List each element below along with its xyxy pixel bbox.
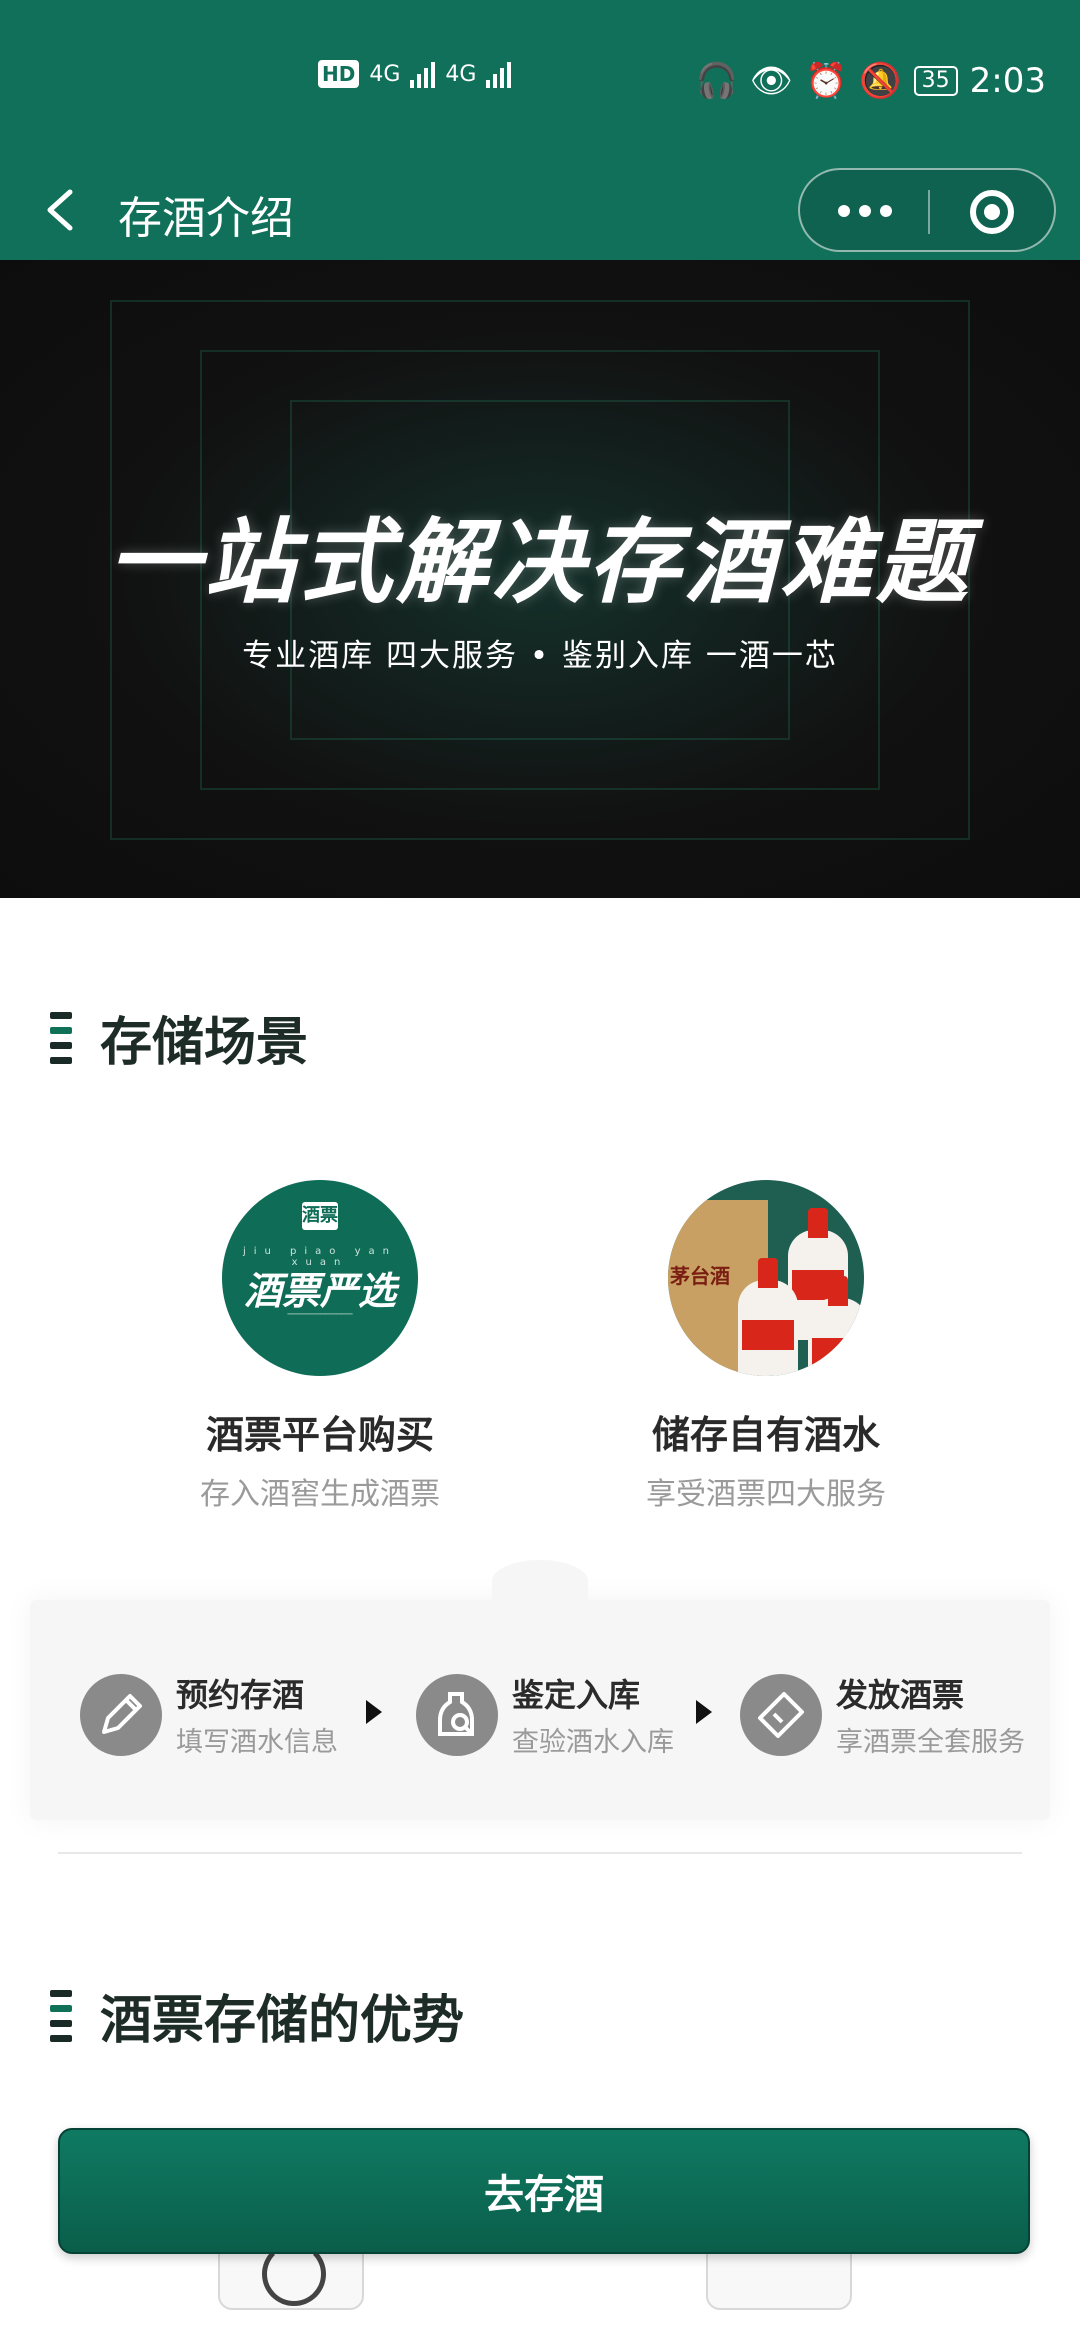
section-marker-icon: [50, 1011, 72, 1064]
divider: [58, 1852, 1022, 1854]
miniprogram-capsule: [798, 168, 1056, 252]
net-label-2: 4G: [445, 61, 477, 87]
signal-icon-2: [486, 60, 512, 88]
more-menu-icon[interactable]: [838, 196, 892, 226]
nav-bar: 存酒介绍: [0, 160, 1080, 260]
banner-subtitle: 专业酒库 四大服务 • 鉴别入库 一酒一芯: [242, 638, 838, 674]
step-title: 鉴定入库: [512, 1676, 641, 1714]
clock: 2:03: [969, 61, 1046, 101]
status-bar: HD 4G 4G 🎧 👁 ⏰ 🔕 35 2:03: [0, 0, 1080, 160]
battery-icon: 35: [913, 66, 958, 96]
go-store-button[interactable]: 去存酒: [58, 2128, 1030, 2254]
hero-banner: 一站式解决存酒难题 专业酒库 四大服务 • 鉴别入库 一酒一芯: [0, 260, 1080, 898]
section-header-storage: 存储场景: [50, 1000, 308, 1075]
process-step: 鉴定入库 查验酒水入库: [416, 1670, 674, 1759]
section-marker-icon: [50, 1989, 72, 2042]
process-step: 预约存酒 填写酒水信息: [80, 1670, 338, 1759]
process-step: 发放酒票 享酒票全套服务: [740, 1670, 1025, 1759]
pencil-icon: [80, 1673, 162, 1756]
section-title-advantages: 酒票存储的优势: [100, 1991, 465, 2051]
step-title: 预约存酒: [176, 1676, 305, 1714]
banner-title: 一站式解决存酒难题: [107, 509, 972, 616]
step-subtitle: 填写酒水信息: [176, 1727, 338, 1758]
network-indicators: HD 4G 4G: [318, 60, 512, 88]
back-arrow-icon[interactable]: [40, 172, 80, 248]
liquor-bottles-image: 茅台酒: [668, 1180, 864, 1376]
arrow-right-icon: [696, 1700, 712, 1724]
close-miniprogram-icon[interactable]: [970, 190, 1014, 234]
bottle-shape: [808, 1276, 864, 1376]
logo-tiny-line: ────────────: [287, 1310, 353, 1320]
alarm-icon: ⏰: [804, 61, 848, 101]
scenario-title: 储存自有酒水: [651, 1413, 880, 1457]
bottle-shape: [738, 1258, 798, 1376]
jiupiao-logo-image: 酒票 jiu piao yan xuan 酒票严选 ────────────: [222, 1180, 418, 1376]
eye-icon: 👁: [749, 61, 793, 101]
net-label-1: 4G: [369, 61, 401, 87]
status-right: 🎧 👁 ⏰ 🔕 35 2:03: [695, 56, 1046, 106]
arrow-right-icon: [366, 1700, 382, 1724]
scenario-subtitle: 享受酒票四大服务: [646, 1477, 886, 1512]
process-notch: [492, 1560, 588, 1602]
ticket-icon: [740, 1673, 822, 1756]
scenario-card-own[interactable]: 茅台酒 储存自有酒水 享受酒票四大服务: [556, 1180, 976, 1513]
storage-process: 预约存酒 填写酒水信息 鉴定入库 查验酒水入库 发放酒票 享酒票全套服务: [30, 1560, 1050, 1820]
signal-icon: [410, 60, 436, 88]
step-subtitle: 查验酒水入库: [512, 1727, 674, 1758]
page-title: 存酒介绍: [118, 193, 294, 244]
scenario-title: 酒票平台购买: [205, 1413, 434, 1457]
mute-icon: 🔕: [859, 61, 902, 101]
step-subtitle: 享酒票全套服务: [836, 1727, 1025, 1758]
step-title: 发放酒票: [836, 1676, 965, 1714]
logo-small: 酒票: [302, 1202, 338, 1230]
scenario-subtitle: 存入酒窖生成酒票: [200, 1477, 440, 1512]
bottle-inspect-icon: [416, 1673, 498, 1756]
section-title-storage: 存储场景: [100, 1013, 309, 1073]
headphone-icon: 🎧: [695, 61, 738, 101]
section-header-advantages: 酒票存储的优势: [50, 1978, 464, 2053]
hd-badge: HD: [318, 60, 360, 88]
logo-big-text: 酒票严选: [243, 1269, 396, 1313]
scenario-card-platform[interactable]: 酒票 jiu piao yan xuan 酒票严选 ──────────── 酒…: [110, 1180, 530, 1513]
capsule-divider: [928, 190, 930, 234]
go-store-label: 去存酒: [484, 2172, 604, 2218]
